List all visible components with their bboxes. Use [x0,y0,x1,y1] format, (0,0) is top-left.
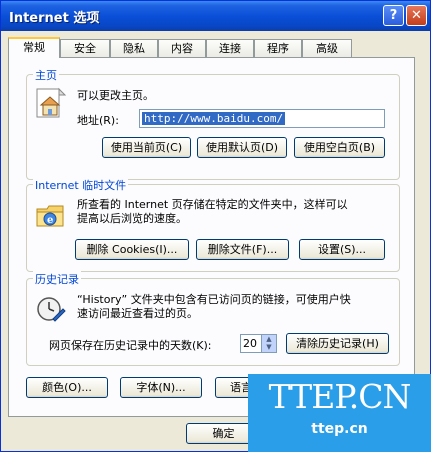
general-tab-panel: 主页 可以更改主页。 地址(R): http://www.baidu.com/ … [8,57,415,417]
spin-down-icon[interactable]: ▼ [262,343,276,351]
temp-files-icon: e [36,205,64,227]
use-blank-button[interactable]: 使用空白页(B) [294,137,385,158]
history-days-spinner[interactable]: ▲ ▼ [261,334,277,353]
address-value: http://www.baidu.com/ [142,112,286,125]
address-input[interactable]: http://www.baidu.com/ [139,109,385,128]
settings-button[interactable]: 设置(S)... [299,239,385,260]
tab-content[interactable]: 内容 [158,39,206,57]
use-default-button[interactable]: 使用默认页(D) [197,137,287,158]
history-group-title: 历史记录 [33,271,81,287]
spin-up-icon[interactable]: ▲ [262,335,276,343]
close-button[interactable]: ✕ [406,5,427,26]
home-page-icon [36,87,67,118]
svg-text:e: e [47,215,53,226]
history-group: 历史记录 “History” 文件夹中包含有已访问页的链接，可使用户快 速访问最… [26,271,400,366]
home-page-group: 主页 可以更改主页。 地址(R): http://www.baidu.com/ … [26,67,400,180]
home-page-description: 可以更改主页。 [77,89,154,102]
tab-privacy[interactable]: 隐私 [110,39,158,57]
help-button[interactable]: ? [383,5,404,26]
tab-programs[interactable]: 程序 [254,39,302,57]
watermark-text: TTEP.CN [268,377,412,416]
temp-files-group: Internet 临时文件 e 所查看的 Internet 页存储在特定的文件夹… [26,177,400,272]
history-days-label: 网页保存在历史记录中的天数(K): [49,339,212,352]
watermark-subtext: ttep.cn [311,421,368,437]
delete-cookies-button[interactable]: 删除 Cookies(I)... [75,239,189,260]
delete-files-button[interactable]: 删除文件(F)... [196,239,289,260]
tab-advanced[interactable]: 高级 [302,39,352,57]
address-label: 地址(R): [77,114,119,127]
home-page-group-title: 主页 [33,67,59,83]
temp-files-description-2: 提高以后浏览的速度。 [77,212,187,225]
history-icon [37,297,66,322]
window-title: Internet 选项 [9,11,100,26]
clear-history-button[interactable]: 清除历史记录(H) [286,333,389,354]
temp-files-group-title: Internet 临时文件 [33,177,129,193]
tab-security[interactable]: 安全 [60,39,110,57]
watermark: TTEP.CN ttep.cn [248,374,431,452]
tab-general[interactable]: 常规 [8,37,60,58]
tab-connections[interactable]: 连接 [206,39,254,57]
colors-button[interactable]: 颜色(O)... [26,377,108,398]
use-current-button[interactable]: 使用当前页(C) [102,137,191,158]
fonts-button[interactable]: 字体(N)... [120,377,202,398]
history-description-2: 速访问最近查看过的页。 [77,307,198,320]
title-bar[interactable]: Internet 选项 ? ✕ [1,1,430,31]
